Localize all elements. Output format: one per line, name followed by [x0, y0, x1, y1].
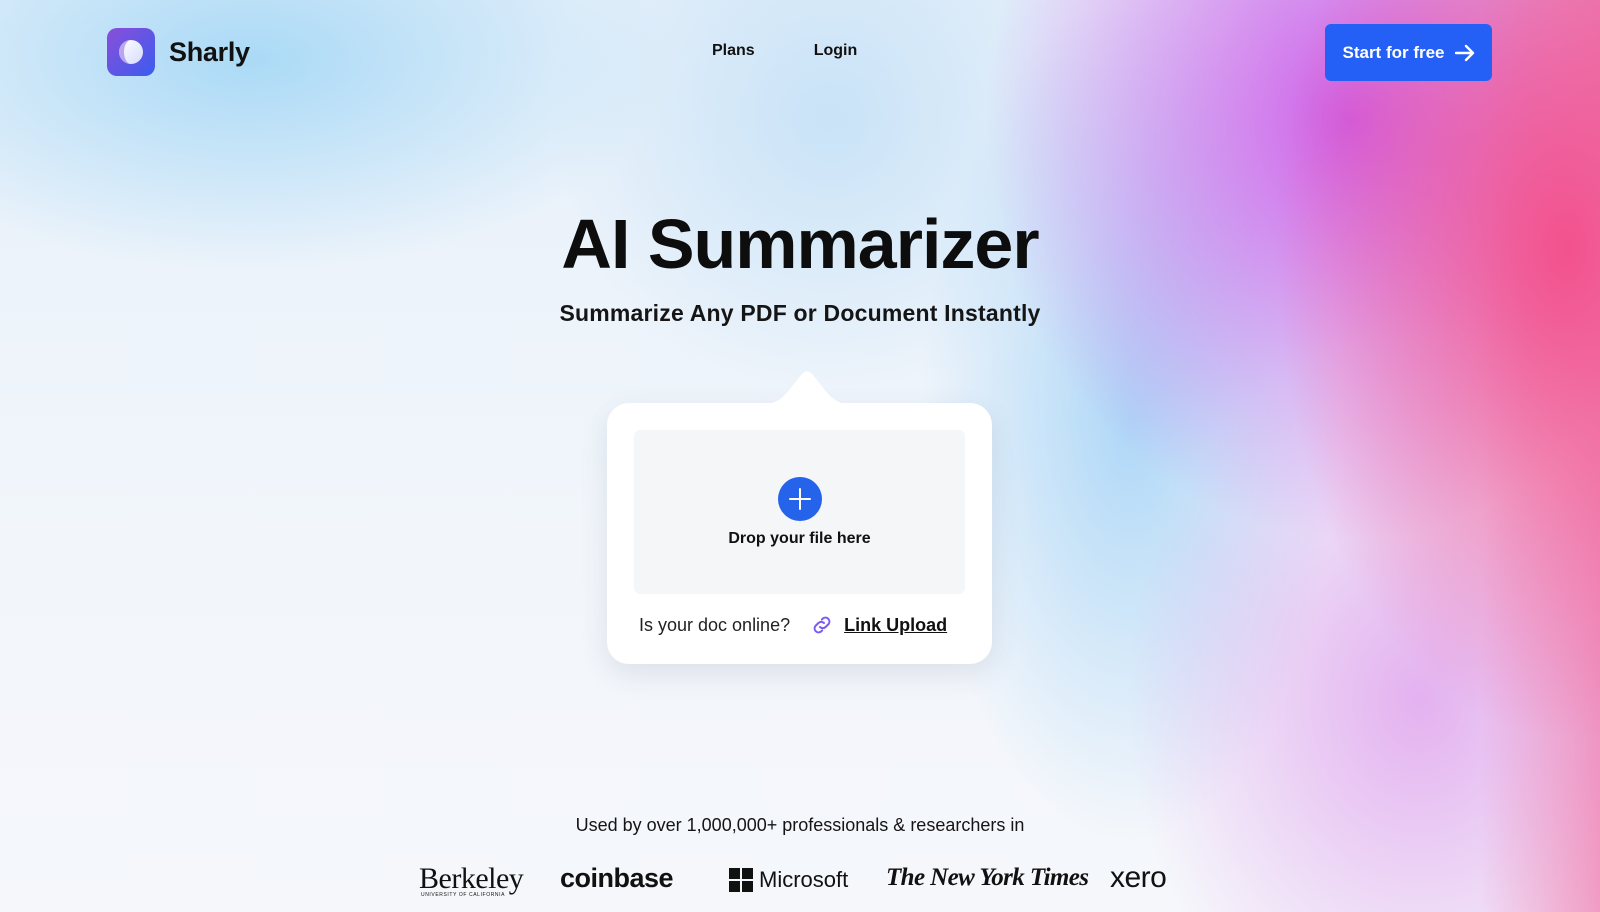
nyt-logo: The New York Times	[886, 864, 1089, 891]
plus-icon[interactable]	[778, 477, 822, 521]
drop-file-label: Drop your file here	[728, 530, 871, 547]
nav-login-link[interactable]: Login	[814, 42, 858, 60]
link-upload-link[interactable]: Link Upload	[844, 615, 947, 636]
site-header: Sharly Plans Login Start for free	[0, 0, 1600, 105]
berkeley-logo: Berkeley	[419, 862, 524, 895]
start-for-free-label: Start for free	[1342, 42, 1445, 62]
nav-plans-link[interactable]: Plans	[712, 42, 755, 60]
upload-card: Drop your file here Is your doc online? …	[607, 371, 992, 664]
hero-title: AI Summarizer	[561, 205, 1039, 283]
sharly-logo-icon	[107, 28, 155, 76]
microsoft-logo: Microsoft	[729, 867, 848, 893]
brand[interactable]: Sharly	[107, 28, 250, 76]
card-notch	[757, 371, 857, 405]
coinbase-logo: coinbase	[560, 863, 674, 893]
file-dropzone[interactable]: Drop your file here	[634, 430, 965, 594]
microsoft-wordmark: Microsoft	[759, 867, 849, 892]
berkeley-logo-subtitle: UNIVERSITY OF CALIFORNIA	[421, 892, 506, 898]
main-content: AI Summarizer Summarize Any PDF or Docum…	[0, 0, 1600, 912]
link-icon[interactable]	[810, 613, 834, 637]
start-for-free-button[interactable]: Start for free	[1325, 24, 1492, 81]
top-nav: Plans Login	[712, 42, 857, 60]
link-upload-row: Is your doc online? Link Upload	[639, 610, 969, 640]
hero-subtitle: Summarize Any PDF or Document Instantly	[559, 300, 1041, 326]
doc-online-question: Is your doc online?	[639, 614, 791, 635]
arrow-right-icon	[1454, 44, 1474, 61]
xero-logo: xero	[1110, 861, 1167, 894]
microsoft-grid-icon	[729, 868, 753, 892]
brand-name: Sharly	[169, 36, 250, 67]
social-proof-text: Used by over 1,000,000+ professionals & …	[575, 815, 1025, 835]
customer-logos: Berkeley UNIVERSITY OF CALIFORNIA coinba…	[0, 858, 1600, 902]
